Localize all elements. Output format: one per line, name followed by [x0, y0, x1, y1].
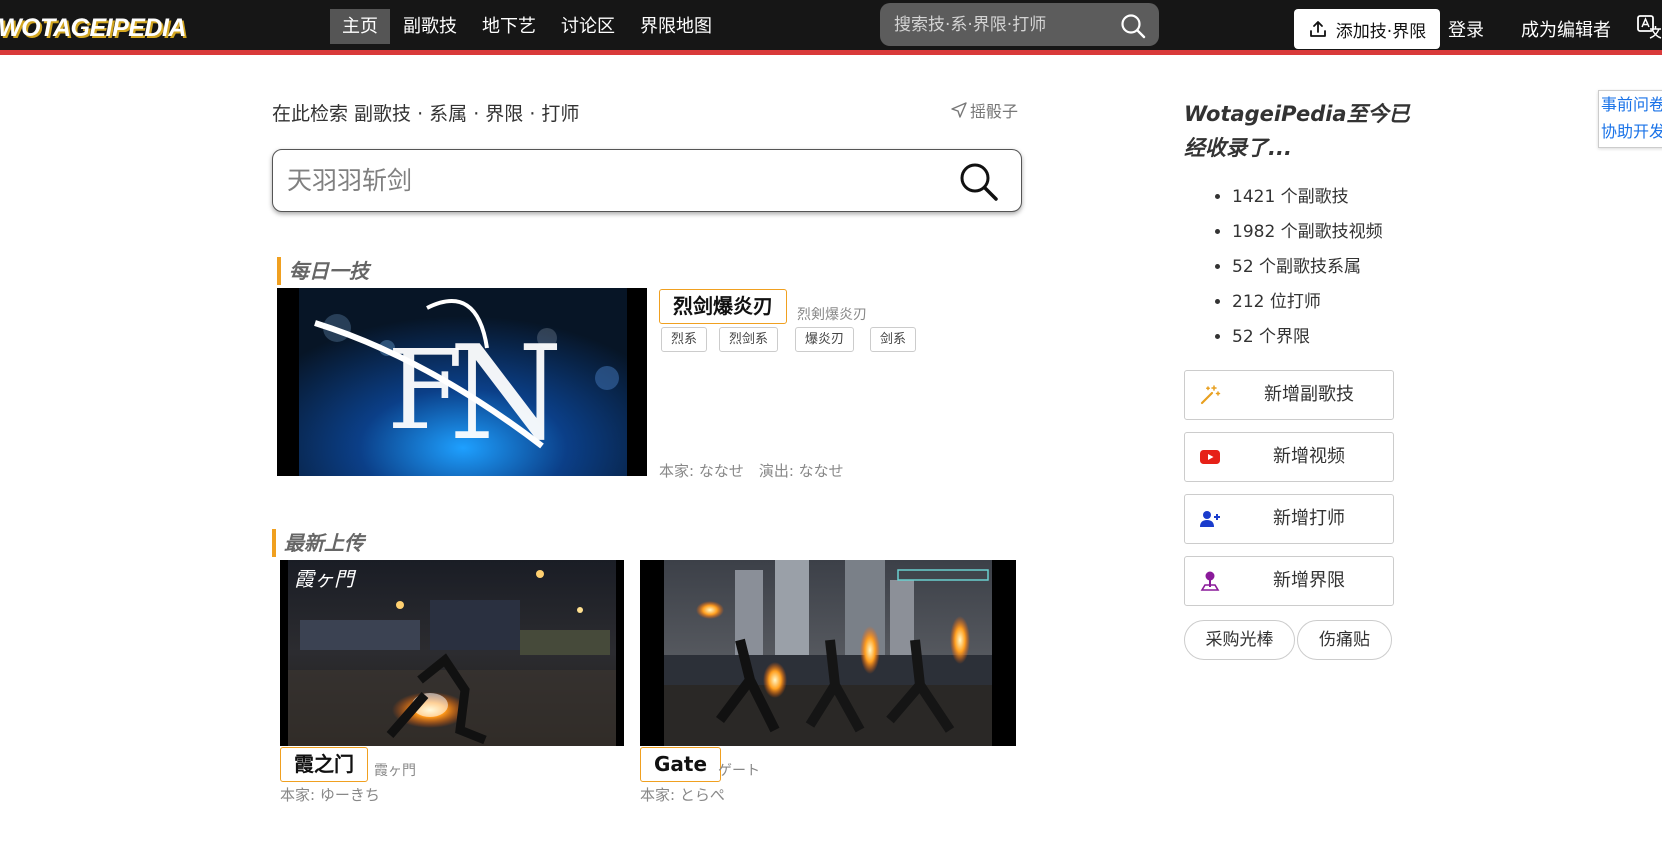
send-icon — [951, 102, 967, 118]
pain-patch-button[interactable]: 伤痛贴 — [1297, 620, 1392, 660]
nav-underground-art[interactable]: 地下艺 — [470, 9, 548, 44]
add-limit-label: 新增界限 — [1273, 570, 1345, 591]
latest-item-credit-2: 本家: とらぺ — [640, 786, 725, 804]
stats-title: WotageiPedia至今已经收录了... — [1184, 102, 1410, 160]
latest-section-title: 最新上传 — [272, 529, 364, 557]
translate-icon[interactable] — [1637, 15, 1662, 40]
daily-skill-name[interactable]: 烈剑爆炎刃 — [659, 289, 787, 324]
add-video-button[interactable]: 新增视频 — [1184, 432, 1394, 482]
add-user-icon — [1200, 511, 1220, 527]
stat-item: 1982 个副歌技视频 — [1232, 215, 1383, 250]
add-skill-button[interactable]: 新增副歌技 — [1184, 370, 1394, 420]
daily-credit: 本家: ななせ 演出: ななせ — [659, 462, 844, 480]
stats-list: 1421 个副歌技 1982 个副歌技视频 52 个副歌技系属 212 位打师 … — [1184, 180, 1383, 355]
search-intro-text: 在此检索 副歌技 · 系属 · 界限 · 打师 — [272, 103, 580, 125]
daily-video-thumbnail[interactable]: F N — [277, 288, 647, 476]
thumbnail-caption: 霞ヶ門 — [294, 567, 357, 591]
side-survey-link[interactable]: 事前问卷 协助开发 — [1598, 90, 1662, 148]
latest-item-original-name-2: ゲート — [718, 763, 760, 779]
add-limit-button[interactable]: 新增界限 — [1184, 556, 1394, 606]
add-skill-label: 新增副歌技 — [1264, 384, 1354, 405]
stat-item: 52 个副歌技系属 — [1232, 250, 1383, 285]
magic-wand-icon — [1200, 385, 1221, 405]
header-accent-line — [0, 50, 1662, 55]
nav-chorus-skills[interactable]: 副歌技 — [391, 9, 469, 44]
main-search-box — [272, 149, 1022, 212]
add-performer-button[interactable]: 新增打师 — [1184, 494, 1394, 544]
become-editor-link[interactable]: 成为编辑者 — [1521, 16, 1611, 42]
youtube-icon — [1200, 450, 1220, 464]
nav-limit-map[interactable]: 界限地图 — [628, 9, 724, 44]
daily-tag[interactable]: 烈系 — [661, 327, 708, 352]
latest-item-name-2[interactable]: Gate — [640, 747, 722, 782]
side-note-line: 协助开发 — [1601, 122, 1662, 141]
latest-item-credit-1: 本家: ゆーきち — [280, 786, 380, 804]
night-performance-image — [664, 560, 992, 746]
daily-section-title: 每日一技 — [277, 257, 369, 285]
nav-discussion[interactable]: 讨论区 — [549, 9, 627, 44]
daily-tag[interactable]: 烈剑系 — [719, 327, 779, 352]
daily-tag[interactable]: 爆炎刃 — [795, 327, 855, 352]
site-logo[interactable]: WOTAGEIPEDIA — [0, 14, 186, 43]
random-dice-link[interactable]: 摇骰子 — [950, 98, 1018, 122]
latest-video-thumbnail-1[interactable]: 霞ヶ門 — [280, 560, 624, 746]
header-search — [880, 3, 1159, 46]
add-performer-label: 新增打师 — [1273, 508, 1345, 529]
buy-glowstick-button[interactable]: 采购光棒 — [1184, 620, 1295, 660]
night-performance-image: 霞ヶ門 — [288, 560, 616, 746]
latest-item-original-name-1: 霞ヶ門 — [374, 763, 416, 779]
dice-label: 摇骰子 — [970, 102, 1019, 121]
main-nav: 主页 副歌技 地下艺 讨论区 界限地图 — [330, 9, 725, 44]
fn-logo-image: F N — [299, 288, 627, 476]
daily-skill-original-name: 烈剣爆炎刃 — [797, 307, 867, 323]
login-link[interactable]: 登录 — [1448, 16, 1484, 42]
add-video-label: 新增视频 — [1273, 446, 1345, 467]
search-icon[interactable] — [959, 162, 999, 202]
header-search-input[interactable] — [880, 3, 1105, 46]
nav-home[interactable]: 主页 — [330, 9, 390, 44]
search-icon[interactable] — [1120, 13, 1146, 39]
upload-icon — [1309, 21, 1326, 37]
add-skill-limit-button[interactable]: 添加技·界限 — [1294, 9, 1440, 49]
map-pin-icon — [1200, 571, 1220, 591]
latest-video-thumbnail-2[interactable] — [640, 560, 1016, 746]
stat-item: 1421 个副歌技 — [1232, 180, 1383, 215]
add-button-label: 添加技·界限 — [1335, 21, 1427, 42]
latest-item-name-1[interactable]: 霞之门 — [280, 747, 368, 782]
main-search-input[interactable] — [273, 150, 933, 210]
daily-tag[interactable]: 剑系 — [870, 327, 917, 352]
side-note-line: 事前问卷 — [1601, 95, 1662, 114]
stat-item: 52 个界限 — [1232, 320, 1383, 355]
stat-item: 212 位打师 — [1232, 285, 1383, 320]
